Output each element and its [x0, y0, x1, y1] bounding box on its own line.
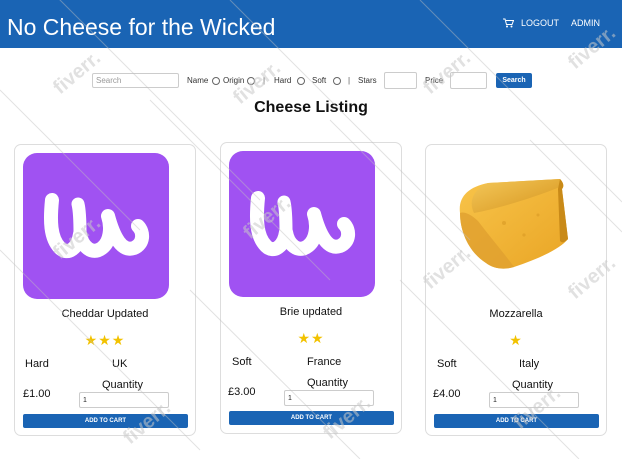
hard-radio-label: Hard — [274, 76, 292, 85]
quantity-label: Quantity — [512, 379, 553, 391]
product-origin: UK — [112, 358, 128, 370]
product-card: Brie updated ★★ Soft France Quantity £3.… — [220, 142, 402, 434]
name-radio-label: Name — [187, 76, 209, 85]
product-type: Hard — [25, 358, 49, 370]
quantity-label: Quantity — [102, 379, 143, 391]
add-to-cart-button[interactable]: ADD TO CART — [23, 414, 188, 428]
quantity-label: Quantity — [307, 377, 348, 389]
logout-label: LOGOUT — [521, 18, 560, 28]
origin-radio-label: Origin — [223, 76, 245, 85]
search-button[interactable]: Search — [496, 73, 532, 88]
add-to-cart-button[interactable]: ADD TO CART — [229, 411, 394, 425]
logo-glyph — [44, 193, 150, 259]
cheese-wedge-photo[interactable] — [434, 153, 580, 299]
product-price: £1.00 — [23, 388, 51, 400]
logo-icon[interactable] — [229, 151, 375, 297]
name-radio[interactable] — [212, 77, 220, 85]
soft-radio[interactable] — [333, 77, 341, 85]
star-rating: ★★ — [297, 330, 325, 346]
separator: | — [263, 76, 266, 85]
product-name: Mozzarella — [489, 308, 543, 320]
product-type: Soft — [232, 356, 252, 368]
separator: | — [348, 76, 351, 85]
star-rating: ★ — [509, 332, 523, 348]
quantity-input[interactable] — [79, 392, 169, 408]
hard-radio[interactable] — [297, 77, 305, 85]
search-input[interactable] — [92, 73, 179, 88]
logo-icon[interactable] — [23, 153, 169, 299]
brand-title[interactable]: No Cheese for the Wicked — [7, 13, 275, 41]
star-rating: ★★★ — [84, 332, 126, 348]
logo-glyph — [250, 191, 356, 257]
quantity-input[interactable] — [489, 392, 579, 408]
cheese-wedge-image — [459, 179, 568, 269]
product-origin: Italy — [519, 358, 540, 370]
product-card: Cheddar Updated ★★★ Hard UK Quantity £1.… — [14, 144, 196, 436]
navbar: No Cheese for the Wicked LOGOUT ADMIN — [0, 0, 622, 48]
product-name: Cheddar Updated — [61, 308, 149, 320]
product-type: Soft — [437, 358, 457, 370]
price-label: Price — [425, 76, 444, 85]
product-origin: France — [307, 356, 342, 368]
logout-link[interactable]: LOGOUT — [503, 18, 559, 28]
product-name: Brie updated — [279, 306, 343, 318]
page-title: Cheese Listing — [254, 99, 368, 116]
origin-radio[interactable] — [247, 77, 255, 85]
filter-bar: Name Origin | Hard Soft | Stars Price Se… — [0, 70, 622, 92]
product-price: £3.00 — [228, 386, 256, 398]
price-input[interactable] — [450, 72, 487, 89]
admin-link[interactable]: ADMIN — [571, 18, 600, 28]
product-card: Mozzarella ★ Soft Italy Quantity £4.00 A… — [425, 144, 607, 436]
product-price: £4.00 — [433, 388, 461, 400]
quantity-input[interactable] — [284, 390, 374, 406]
soft-radio-label: Soft — [312, 76, 327, 85]
add-to-cart-button[interactable]: ADD TO CART — [434, 414, 599, 428]
cart-icon — [503, 18, 514, 28]
stars-input[interactable] — [384, 72, 417, 89]
stars-label: Stars — [358, 76, 377, 85]
